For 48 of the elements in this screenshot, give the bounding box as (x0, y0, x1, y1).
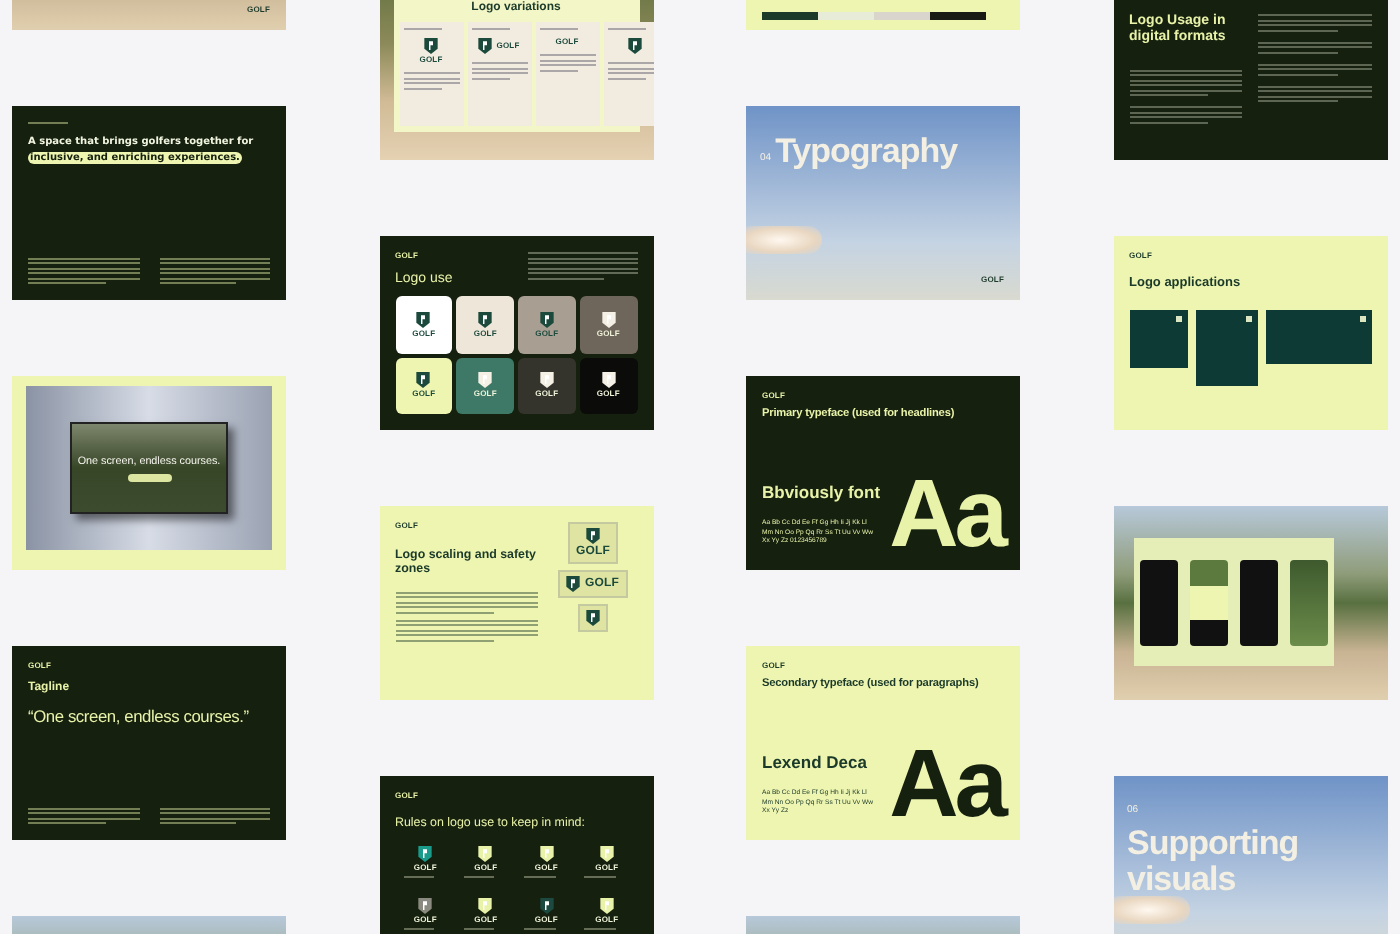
shield-icon (601, 372, 616, 389)
text-lines-drawing (1129, 106, 1242, 124)
phone-drawing (1289, 559, 1327, 645)
cloud-drawing (1113, 896, 1189, 924)
logo-mark-icon (1359, 316, 1365, 322)
text-lines-drawing (159, 257, 270, 284)
shield-icon (628, 38, 642, 54)
phone-drawing (1239, 559, 1277, 645)
text-lines-drawing (1258, 85, 1371, 102)
text-lines-drawing (527, 252, 637, 279)
shield-icon (601, 311, 616, 328)
logo-mark-icon (1176, 316, 1183, 322)
section-title: Typography (775, 134, 958, 170)
shield-icon (423, 38, 438, 54)
shield-icon (478, 372, 493, 389)
logo-mark-icon (1245, 316, 1252, 322)
text-lines-drawing (159, 807, 270, 824)
text-lines-drawing (28, 257, 139, 284)
text-lines-drawing (471, 62, 527, 79)
text-lines-drawing (1129, 69, 1242, 97)
text-lines-drawing (403, 72, 459, 89)
shield-icon (478, 38, 493, 54)
shield-icon (416, 311, 431, 328)
text-lines-drawing (1258, 14, 1371, 31)
shield-icon (539, 372, 554, 389)
glyph-sample: Aa (889, 477, 1004, 554)
cloud-drawing (746, 226, 822, 254)
text-lines-drawing (395, 591, 537, 614)
text-lines-drawing (607, 62, 653, 79)
font-name: Lexend Deca (762, 752, 869, 773)
font-name: Bbviously font (762, 482, 883, 503)
text-lines-drawing (28, 807, 139, 824)
tagline-quote: “One screen, endless courses.” (28, 706, 251, 726)
text-lines-drawing (395, 619, 537, 642)
shield-icon (478, 311, 493, 328)
text-lines-drawing (1258, 41, 1371, 53)
text-lines-drawing (1258, 63, 1371, 75)
shield-icon (585, 528, 600, 544)
shield-icon (539, 311, 554, 328)
shield-icon (566, 576, 581, 592)
phone-drawing (1189, 559, 1227, 645)
shield-icon (416, 372, 431, 389)
shield-icon (586, 610, 600, 626)
pill-graphic (127, 473, 171, 481)
glyph-sample: Aa (889, 747, 1004, 824)
section-title: Supporting visuals (1127, 826, 1301, 898)
phone-drawing (1139, 559, 1177, 645)
text-lines-drawing (539, 54, 595, 71)
